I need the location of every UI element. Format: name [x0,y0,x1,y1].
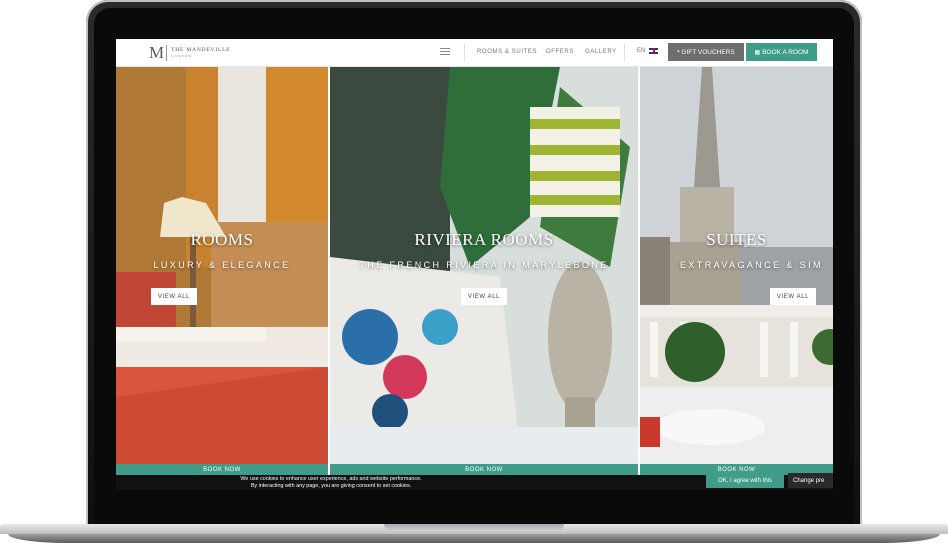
laptop-base [0,524,948,546]
cookie-message: We use cookies to enhance user experienc… [215,476,447,490]
panel-subtitle: EXTRAVAGANCE & SIM [680,260,823,270]
panel-title: ROOMS [190,230,254,249]
top-navigation: M THE MANDEVILLE LONDON ROOMS & SUITES O… [116,39,833,67]
gift-icon: ▪ [677,49,680,55]
logo-name: THE MANDEVILLE LONDON [171,47,230,59]
panel-subtitle: THE FRENCH RIVIERA IN MARYLEBONE [359,260,609,270]
nav-rooms-suites[interactable]: ROOMS & SUITES [477,49,537,55]
book-now-button[interactable]: BOOK NOW [330,464,638,475]
rooms-panel: ROOMS LUXURY & ELEGANCE VIEW ALL [116,67,328,464]
logo-mark: M [149,43,164,62]
website-screen: M THE MANDEVILLE LONDON ROOMS & SUITES O… [116,39,833,490]
nav-offers[interactable]: OFFERS [546,49,574,55]
view-all-button[interactable]: VIEW ALL [461,288,507,305]
menu-icon[interactable] [440,48,450,55]
nav-gallery[interactable]: GALLERY [585,49,617,55]
change-preferences-button[interactable]: Change pre [788,473,833,488]
gift-vouchers-label: GIFT VOUCHERS [681,48,735,56]
riviera-rooms-panel: RIVIERA ROOMS THE FRENCH RIVIERA IN MARY… [330,67,638,464]
view-all-button[interactable]: VIEW ALL [770,288,816,305]
view-all-button[interactable]: VIEW ALL [151,288,197,305]
logo-location: LONDON [171,54,192,58]
panel-title: SUITES [706,230,767,249]
panel-subtitle: LUXURY & ELEGANCE [153,260,291,270]
calendar-icon: ▦ [754,49,761,56]
hotel-logo[interactable]: M THE MANDEVILLE LONDON [149,43,230,63]
cookie-line-2: By interacting with any page, you are gi… [250,483,412,489]
language-label: EN [637,48,646,54]
gift-vouchers-button[interactable]: ▪ GIFT VOUCHERS [668,43,744,61]
language-selector[interactable]: EN [637,48,659,54]
suites-panel: SUITES EXTRAVAGANCE & SIM VIEW ALL [640,67,833,464]
book-now-button[interactable]: BOOK NOW [116,464,328,475]
cookie-agree-button[interactable]: OK, I agree with this [706,473,784,488]
book-a-room-label: BOOK A ROOM [762,48,809,56]
uk-flag-icon [649,48,659,54]
panel-title: RIVIERA ROOMS [414,230,554,249]
cookie-line-1: We use cookies to enhance user experienc… [240,476,422,482]
cookie-banner: We use cookies to enhance user experienc… [116,473,833,490]
book-a-room-button[interactable]: ▦ BOOK A ROOM [746,43,817,61]
